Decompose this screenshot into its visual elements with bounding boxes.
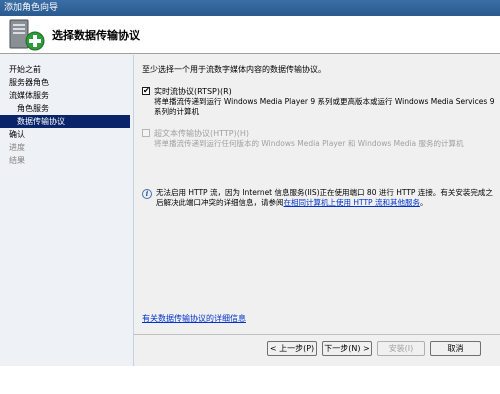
step-streaming-media-services[interactable]: 流媒体服务 (0, 89, 133, 102)
rtsp-checkbox[interactable]: ✔ (142, 87, 150, 95)
intro-text: 至少选择一个用于流数字媒体内容的数据传输协议。 (142, 65, 326, 74)
footer-divider (134, 334, 500, 335)
step-results: 结果 (9, 156, 25, 165)
step-confirmation[interactable]: 确认 (0, 128, 133, 141)
http-label: 超文本传输协议(HTTP)(H) (154, 129, 249, 138)
step-progress: 进度 (9, 143, 25, 152)
rtsp-label[interactable]: 实时流协议(RTSP)(R) (154, 86, 232, 97)
rtsp-description: 将单播流传递到运行 Windows Media Player 9 系列或更高版本… (154, 97, 495, 116)
info-icon: i (142, 189, 152, 199)
next-button[interactable]: 下一步(N) > (322, 341, 372, 356)
info-tail: 。 (419, 198, 428, 207)
check-mark-icon: ✔ (143, 86, 150, 95)
server-add-icon (9, 19, 45, 51)
step-data-transfer-protocols[interactable]: 数据传输协议 (0, 115, 130, 128)
http-coexist-link[interactable]: 在相同计算机上使用 HTTP 流和其他服务 (284, 198, 420, 207)
more-info-link[interactable]: 有关数据传输协议的详细信息 (142, 313, 246, 324)
page-title: 选择数据传输协议 (52, 29, 140, 42)
previous-button[interactable]: < 上一步(P) (267, 341, 317, 356)
http-description: 将单播流传递到运行任何版本的 Windows Media Player 和 Wi… (154, 139, 464, 148)
wizard-header: 选择数据传输协议 (0, 16, 500, 54)
wizard-window: 添加角色向导 选择数据传输协议 开始之前 服务器角色 流媒体服务 角色服务 数据… (0, 0, 500, 366)
wizard-steps-sidebar: 开始之前 服务器角色 流媒体服务 角色服务 数据传输协议 确认 进度 结果 (0, 55, 134, 366)
window-title: 添加角色向导 (4, 3, 59, 13)
cancel-button[interactable]: 取消 (430, 341, 481, 356)
title-bar: 添加角色向导 (0, 0, 500, 16)
step-role-services[interactable]: 角色服务 (0, 102, 133, 115)
http-checkbox[interactable] (142, 129, 150, 137)
main-content: 至少选择一个用于流数字媒体内容的数据传输协议。 ✔ 实时流协议(RTSP)(R)… (142, 64, 496, 334)
install-button[interactable]: 安装(I) (377, 341, 425, 356)
step-before-you-begin[interactable]: 开始之前 (0, 63, 133, 76)
step-server-roles[interactable]: 服务器角色 (0, 76, 133, 89)
